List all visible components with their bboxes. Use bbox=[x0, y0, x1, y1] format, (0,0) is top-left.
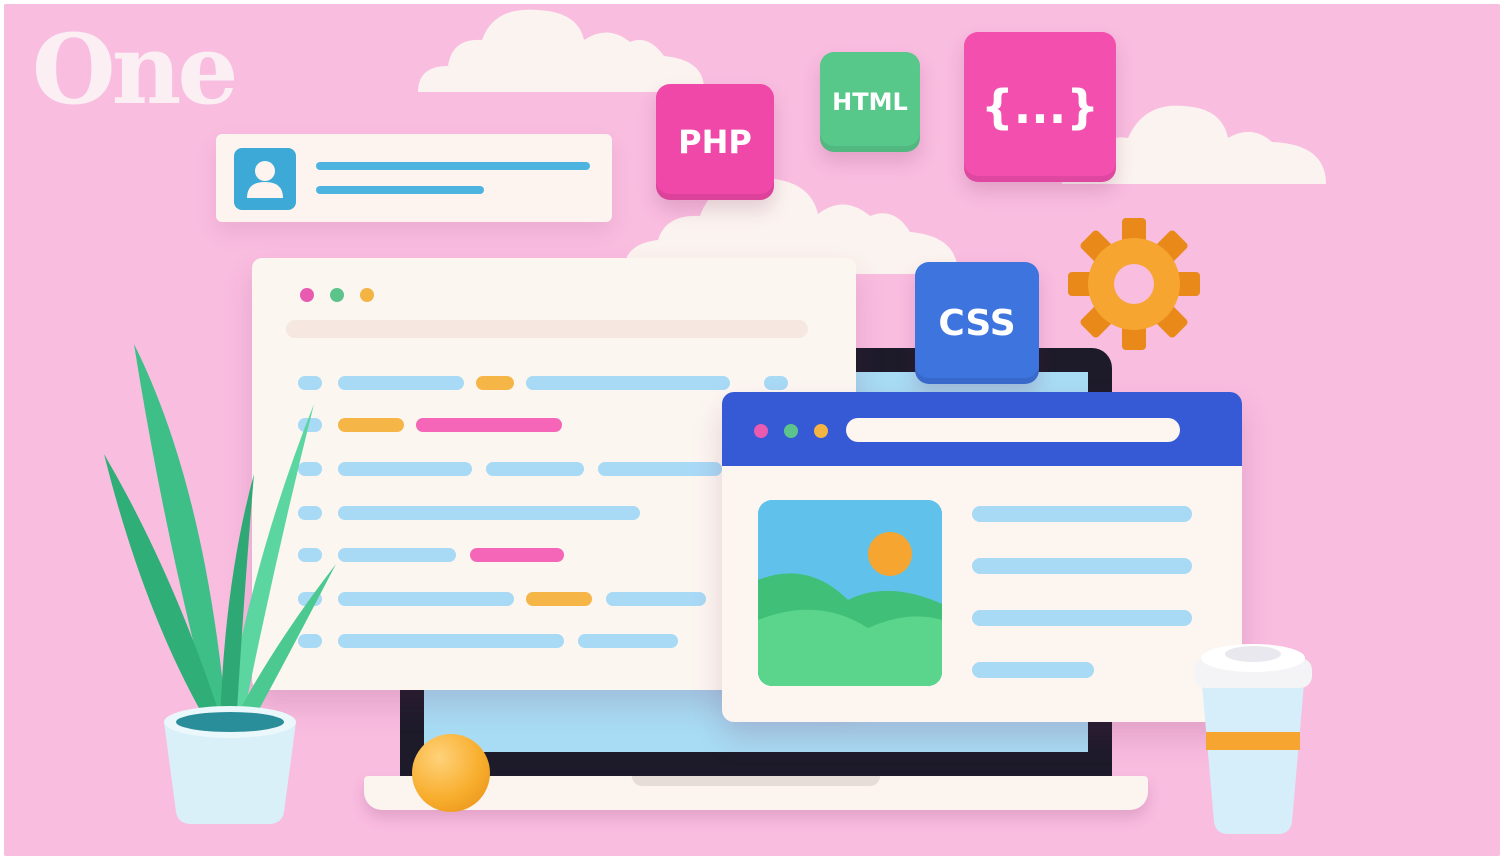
brand-logo: One bbox=[32, 13, 238, 126]
html-tag: HTML bbox=[820, 52, 920, 152]
code-token bbox=[606, 592, 706, 606]
code-token bbox=[338, 592, 514, 606]
image-icon bbox=[758, 500, 942, 686]
decorative-sphere bbox=[412, 734, 490, 812]
code-token bbox=[338, 506, 640, 520]
code-token bbox=[764, 376, 788, 390]
code-token bbox=[526, 592, 592, 606]
code-token bbox=[338, 376, 464, 390]
code-token bbox=[338, 634, 564, 648]
plant-pot bbox=[160, 702, 300, 830]
code-token bbox=[476, 376, 514, 390]
code-token bbox=[416, 418, 562, 432]
editor-address-bar bbox=[286, 320, 808, 338]
code-token bbox=[526, 376, 730, 390]
window-dot-pink bbox=[300, 288, 314, 302]
content-line bbox=[972, 610, 1192, 626]
code-token bbox=[338, 418, 404, 432]
code-token bbox=[338, 462, 472, 476]
browser-window bbox=[722, 392, 1242, 722]
laptop-notch bbox=[632, 776, 880, 786]
user-icon bbox=[234, 148, 296, 210]
profile-name-line bbox=[316, 162, 590, 170]
code-token bbox=[338, 548, 456, 562]
code-token bbox=[578, 634, 678, 648]
gear-icon bbox=[1058, 208, 1210, 364]
css-tag: CSS bbox=[915, 262, 1039, 384]
profile-detail-line bbox=[316, 186, 484, 194]
content-line bbox=[972, 506, 1192, 522]
coffee-cup bbox=[1188, 624, 1318, 842]
content-line bbox=[972, 558, 1192, 574]
window-dot-green bbox=[784, 424, 798, 438]
window-dot-green bbox=[330, 288, 344, 302]
window-dot-orange bbox=[360, 288, 374, 302]
window-dot-orange bbox=[814, 424, 828, 438]
plant bbox=[104, 334, 344, 738]
profile-card bbox=[216, 134, 612, 222]
browser-url-bar bbox=[846, 418, 1180, 442]
code-braces-tag: {...} bbox=[964, 32, 1116, 182]
php-tag: PHP bbox=[656, 84, 774, 200]
code-token bbox=[486, 462, 584, 476]
code-token bbox=[598, 462, 722, 476]
window-dot-pink bbox=[754, 424, 768, 438]
code-token bbox=[470, 548, 564, 562]
content-line bbox=[972, 662, 1094, 678]
illustration-scene: One PHP HTML {...} CSS bbox=[4, 4, 1500, 856]
